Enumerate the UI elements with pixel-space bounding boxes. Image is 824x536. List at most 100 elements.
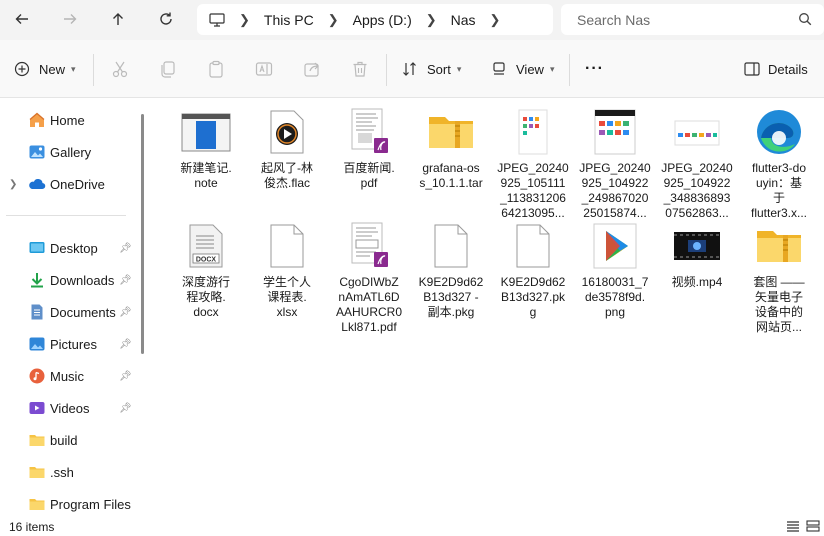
file-item[interactable]: grafana-os s_10.1.1.tar [414, 108, 488, 191]
sidebar-item-label: Videos [50, 400, 90, 416]
sidebar-item-pictures[interactable]: Pictures 📌︎ [0, 328, 140, 360]
file-item[interactable]: 视频.mp4 [660, 222, 734, 290]
sidebar-item-build[interactable]: build [0, 424, 140, 456]
rename-button[interactable] [253, 58, 275, 80]
chevron-right-icon[interactable]: ❯ [9, 179, 17, 190]
cut-button[interactable] [109, 58, 131, 80]
file-grid: 新建笔记. note 起风了-林 俊杰.flac 百度新闻. pdf grafana-… [151, 98, 824, 516]
audio-file-icon [261, 108, 313, 156]
pin-icon[interactable]: 📌︎ [119, 371, 132, 382]
file-item[interactable]: 新建笔记. note [169, 108, 243, 191]
arrow-right-icon [64, 14, 77, 24]
toolbar-divider [386, 54, 387, 86]
pin-icon[interactable]: 📌︎ [119, 307, 132, 318]
search-input[interactable] [577, 11, 787, 28]
sidebar-item-documents[interactable]: Documents 📌︎ [0, 296, 140, 328]
file-item[interactable]: 套图 —— 矢量电子 设备中的 网站页... [742, 222, 816, 335]
new-button[interactable]: New ▾ [14, 54, 76, 84]
file-name: JPEG_20240 925_104922 _348836893 07562863..… [661, 161, 733, 220]
share-button[interactable] [301, 58, 323, 80]
video-file-icon [671, 222, 723, 270]
details-view-icon[interactable] [786, 520, 800, 532]
home-icon [29, 112, 45, 127]
breadcrumb-apps-d[interactable]: Apps (D:) [353, 12, 412, 28]
file-item[interactable]: flutter3-do uyin：基于 flutter3.x... [742, 108, 816, 221]
png-file-icon [589, 222, 641, 270]
pin-icon[interactable]: 📌︎ [119, 403, 132, 414]
blank-file-icon [425, 222, 477, 270]
file-item[interactable]: 学生个人 课程表. xlsx [250, 222, 324, 320]
tiles-view-icon[interactable] [806, 520, 820, 532]
paste-button[interactable] [205, 58, 227, 80]
chevron-down-icon: ▾ [549, 63, 555, 74]
sort-label: Sort [427, 61, 451, 77]
sort-button[interactable]: Sort ▾ [402, 54, 461, 84]
sidebar-item-label: build [50, 432, 78, 448]
trash-icon [353, 61, 367, 77]
sidebar-item-music[interactable]: Music 📌︎ [0, 360, 140, 392]
breadcrumb[interactable]: ❯ This PC ❯ Apps (D:) ❯ Nas ❯ [197, 4, 553, 35]
file-item[interactable]: CgoDIWbZ nAmATL6D AAHURCR0 Lkl871.pdf [332, 222, 406, 335]
refresh-button[interactable] [152, 6, 180, 32]
file-name: K9E2D9d62 B13d327.pk g [500, 275, 566, 319]
chevron-down-icon: ▾ [71, 63, 76, 74]
music-icon [29, 368, 45, 384]
search-box[interactable] [561, 4, 824, 35]
back-button[interactable] [8, 6, 36, 32]
address-row: ❯ This PC ❯ Apps (D:) ❯ Nas ❯ [0, 0, 824, 40]
breadcrumb-this-pc[interactable]: This PC [264, 12, 314, 28]
sidebar-item-downloads[interactable]: Downloads 📌︎ [0, 264, 140, 296]
breadcrumb-nas[interactable]: Nas [451, 12, 476, 28]
pin-icon[interactable]: 📌︎ [119, 275, 132, 286]
sidebar-item-home[interactable]: Home [0, 104, 140, 136]
toolbar-divider [569, 54, 570, 86]
chevron-right-icon: ❯ [425, 11, 437, 27]
sidebar-item-onedrive[interactable]: ❯ OneDrive [0, 168, 140, 200]
pictures-icon [29, 337, 45, 351]
edge-icon [753, 108, 805, 156]
copy-button[interactable] [157, 58, 179, 80]
details-pane-icon [744, 62, 760, 76]
pin-icon[interactable]: 📌︎ [119, 339, 132, 350]
up-button[interactable] [104, 6, 132, 32]
sidebar-divider [6, 215, 126, 216]
file-item[interactable]: 起风了-林 俊杰.flac [250, 108, 324, 191]
svg-text:DOCX: DOCX [196, 257, 217, 264]
item-count: 16 items [9, 520, 55, 534]
sidebar-item-desktop[interactable]: Desktop 📌︎ [0, 232, 140, 264]
file-item[interactable]: JPEG_20240 925_104922 _249867020 25015874..… [578, 108, 652, 221]
share-icon [304, 62, 319, 77]
chevron-right-icon: ❯ [327, 11, 339, 27]
folder-icon [29, 435, 45, 446]
file-item[interactable]: K9E2D9d62 B13d327 - 副本.pkg [414, 222, 488, 320]
sidebar-scrollbar[interactable] [141, 114, 144, 354]
file-item[interactable]: JPEG_20240 925_104922 _348836893 07562863..… [660, 108, 734, 221]
delete-button[interactable] [349, 58, 371, 80]
sidebar-item-videos[interactable]: Videos 📌︎ [0, 392, 140, 424]
folder-icon [29, 467, 45, 478]
copy-icon [161, 61, 175, 78]
toolbar-divider [93, 54, 94, 86]
sidebar-item-ssh[interactable]: .ssh [0, 456, 140, 488]
view-label: View [516, 61, 544, 77]
file-item[interactable]: 百度新闻. pdf [332, 108, 406, 191]
forward-button[interactable] [56, 6, 84, 32]
scissors-icon [112, 61, 128, 78]
pin-icon[interactable]: 📌︎ [119, 243, 132, 254]
sidebar-item-gallery[interactable]: Gallery [0, 136, 140, 168]
file-item[interactable]: DOCX 深度游行 程攻略. docx [169, 222, 243, 320]
details-button[interactable]: Details [744, 54, 808, 84]
file-item[interactable]: 16180031_7 de3578f9d. png [578, 222, 652, 320]
clipboard-icon [209, 60, 223, 78]
view-button[interactable]: View ▾ [491, 54, 554, 84]
refresh-icon [160, 12, 172, 25]
folder-icon [29, 499, 45, 510]
more-options-button[interactable]: ··· [585, 54, 604, 84]
file-name: 学生个人 课程表. xlsx [262, 275, 311, 319]
file-item[interactable]: K9E2D9d62 B13d327.pk g [496, 222, 570, 320]
blank-file-icon [261, 222, 313, 270]
documents-icon [31, 304, 43, 320]
chevron-right-icon: ❯ [489, 11, 501, 27]
image-file-icon [589, 108, 641, 156]
file-item[interactable]: JPEG_20240 925_105111 _113831206 64213095..… [496, 108, 570, 221]
